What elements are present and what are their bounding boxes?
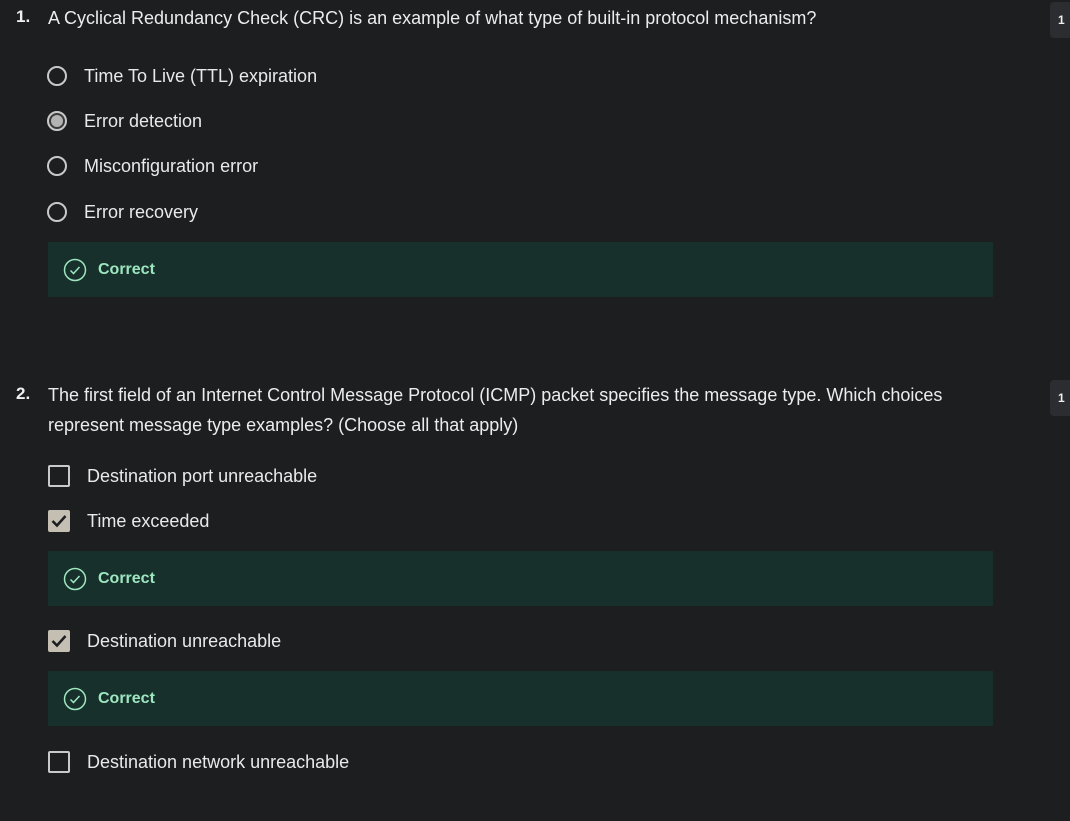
feedback-correct: Correct — [48, 551, 993, 606]
option-label: Destination port unreachable — [87, 465, 318, 486]
option-label: Time To Live (TTL) expiration — [84, 65, 318, 86]
option-label: Destination unreachable — [87, 630, 282, 651]
checkmark-icon — [51, 515, 67, 528]
checkbox-option-selected[interactable]: Time exceeded — [47, 507, 209, 535]
check-circle-icon — [63, 258, 87, 281]
question-text: The first field of an Internet Control M… — [48, 385, 943, 435]
feedback-label: Correct — [98, 569, 155, 587]
checkbox-unchecked[interactable] — [48, 465, 70, 487]
checkbox-option[interactable]: Destination port unreachable — [47, 462, 317, 490]
radio-button-unchecked[interactable] — [47, 66, 67, 86]
question-text: A Cyclical Redundancy Check (CRC) is an … — [48, 8, 817, 28]
checkbox-unchecked[interactable] — [48, 751, 70, 773]
option-label: Destination network unreachable — [87, 751, 350, 772]
feedback-correct: Correct — [48, 242, 993, 297]
check-circle-icon — [63, 567, 87, 590]
question-number: 1. — [16, 7, 31, 26]
feedback-correct: Correct — [48, 671, 993, 726]
option-label: Misconfiguration error — [84, 155, 259, 176]
radio-option[interactable]: Misconfiguration error — [47, 152, 258, 180]
checkbox-checked[interactable] — [48, 510, 70, 532]
radio-button-unchecked[interactable] — [47, 202, 67, 222]
option-label: Error detection — [84, 110, 203, 131]
points-badge: 1 — [1050, 380, 1070, 416]
option-label: Time exceeded — [87, 510, 210, 531]
checkbox-checked[interactable] — [48, 630, 70, 652]
question-number: 2. — [16, 384, 31, 403]
option-label: Error recovery — [84, 201, 199, 222]
feedback-label: Correct — [98, 689, 155, 707]
check-circle-icon — [63, 687, 87, 710]
radio-option[interactable]: Time To Live (TTL) expiration — [47, 62, 317, 90]
points-badge: 1 — [1050, 2, 1070, 38]
checkbox-option[interactable]: Destination network unreachable — [47, 748, 349, 776]
radio-button-checked[interactable] — [47, 111, 67, 131]
radio-dot-icon — [51, 115, 63, 127]
radio-button-unchecked[interactable] — [47, 156, 67, 176]
radio-option[interactable]: Error recovery — [47, 198, 198, 226]
feedback-label: Correct — [98, 260, 155, 278]
checkmark-icon — [51, 635, 67, 648]
checkbox-option-selected[interactable]: Destination unreachable — [47, 627, 281, 655]
radio-option-selected[interactable]: Error detection — [47, 107, 202, 135]
